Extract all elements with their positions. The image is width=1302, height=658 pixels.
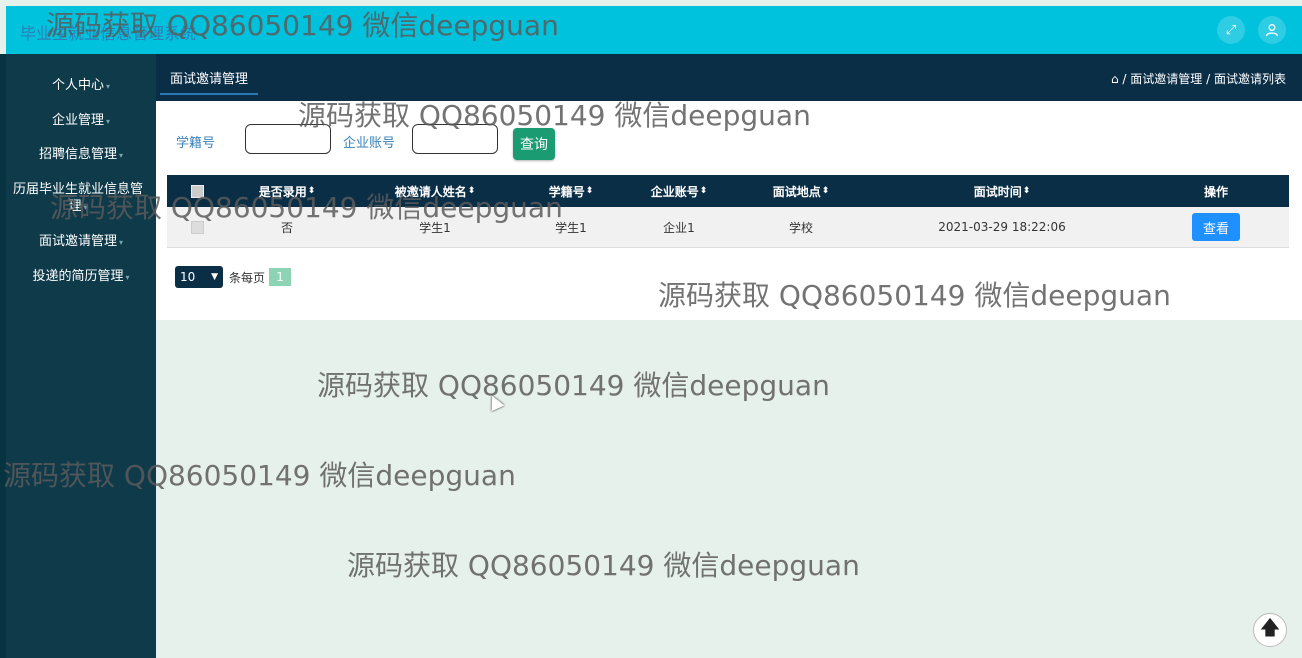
back-to-top-button[interactable]: 🡅 [1253, 613, 1287, 647]
interview-table: 是否录用 ⬍ 被邀请人姓名 ⬍ 学籍号 ⬍ 企业账号 ⬍ 面试地点 ⬍ 面试时间 ⬍ 操作 … [167, 175, 1289, 248]
watermark: 源码获取 QQ86050149 微信deepguan [317, 369, 830, 402]
chevron-down-icon: ▼ [211, 272, 218, 282]
mouse-cursor-icon [485, 392, 505, 412]
home-icon[interactable]: ⌂ [1111, 72, 1119, 86]
expand-icon[interactable]: ⤢ [1217, 16, 1245, 44]
caret-icon: ▾ [83, 203, 88, 212]
content-panel: 学籍号 企业账号 查询 是否录用 ⬍ 被邀请人姓名 ⬍ 学籍号 ⬍ 企业账号 ⬍ 面试地… [156, 101, 1302, 320]
sort-icon: ⬍ [307, 186, 316, 196]
top-header: 毕业生就业信息管理系统 ⤢ [6, 6, 1302, 54]
sort-icon: ⬍ [821, 186, 830, 196]
sort-icon: ⬍ [699, 186, 708, 196]
sidebar-item-resumes[interactable]: 投递的简历管理 ▾ [6, 268, 156, 286]
select-all-checkbox[interactable] [185, 175, 209, 207]
cell-company-account: 企业1 [663, 220, 695, 235]
sidebar-item-label: 招聘信息管理 [38, 147, 117, 162]
col-hired[interactable]: 是否录用 ⬍ [247, 175, 327, 207]
sidebar [0, 54, 156, 658]
cell-hired: 否 [280, 220, 293, 235]
caret-icon: ▾ [125, 273, 130, 282]
sidebar-item-interview-invite[interactable]: 面试邀请管理 ▾ [6, 233, 156, 251]
company-account-label: 企业账号 [343, 136, 396, 151]
cell-time: 2021-03-29 18:22:06 [938, 220, 1066, 234]
user-icon-glyph [1265, 24, 1279, 37]
cell-location: 学校 [788, 220, 813, 235]
sidebar-edge [0, 54, 6, 658]
breadcrumb-level2: 面试邀请列表 [1213, 72, 1286, 86]
sidebar-item-recruitment[interactable]: 招聘信息管理 ▾ [6, 146, 156, 164]
col-time[interactable]: 面试时间 ⬍ [927, 175, 1077, 207]
view-button[interactable]: 查看 [1192, 213, 1240, 241]
col-student-id[interactable]: 学籍号 ⬍ [529, 175, 613, 207]
col-company-account[interactable]: 企业账号 ⬍ [637, 175, 721, 207]
arrow-up-icon: 🡅 [1259, 615, 1281, 639]
search-button[interactable]: 查询 [513, 128, 555, 160]
caret-icon: ▾ [119, 151, 124, 160]
watermark: 源码获取 QQ86050149 微信deepguan [347, 549, 860, 582]
sort-icon: ⬍ [585, 186, 594, 196]
pagination: 10 ▼ 条每页 1 [175, 266, 292, 288]
page-size-suffix: 条每页 [229, 270, 266, 285]
table-row: 否 学生1 学生1 企业1 学校 2021-03-29 18:22:06 查看 [167, 207, 1289, 248]
col-location[interactable]: 面试地点 ⬍ [759, 175, 843, 207]
cell-student-id: 学生1 [555, 220, 587, 235]
caret-icon: ▾ [106, 117, 111, 126]
page-size-select[interactable]: 10 ▼ [175, 266, 223, 288]
main-header: 面试邀请管理 ⌂ / 面试邀请管理 / 面试邀请列表 [156, 54, 1302, 101]
breadcrumb-level1[interactable]: 面试邀请管理 [1130, 72, 1202, 86]
col-invitee-name[interactable]: 被邀请人姓名 ⬍ [385, 175, 485, 207]
breadcrumb: ⌂ / 面试邀请管理 / 面试邀请列表 [1111, 70, 1286, 87]
table-header: 是否录用 ⬍ 被邀请人姓名 ⬍ 学籍号 ⬍ 企业账号 ⬍ 面试地点 ⬍ 面试时间 ⬍ 操作 [167, 175, 1289, 207]
sidebar-item-label: 企业管理 [51, 113, 104, 128]
app-title: 毕业生就业信息管理系统 [20, 24, 197, 43]
page-size-value: 10 [180, 270, 196, 284]
company-account-input[interactable] [412, 124, 498, 154]
sort-icon: ⬍ [1022, 186, 1031, 196]
student-id-label: 学籍号 [176, 136, 216, 151]
student-id-input[interactable] [245, 124, 331, 154]
sidebar-item-personal-center[interactable]: 个人中心 ▾ [6, 77, 156, 95]
cell-action: 查看 [1177, 207, 1255, 247]
col-action: 操作 [1203, 184, 1228, 199]
sidebar-item-label: 个人中心 [51, 78, 104, 93]
breadcrumb-separator: / [1206, 72, 1211, 86]
cell-invitee-name: 学生1 [419, 220, 451, 235]
sidebar-item-label: 历届毕业生就业信息管理 [12, 182, 143, 214]
sidebar-item-label: 面试邀请管理 [38, 234, 117, 249]
caret-icon: ▾ [106, 82, 111, 91]
sidebar-item-graduate-employment[interactable]: 历届毕业生就业信息管理 ▾ [8, 181, 148, 216]
tab-interview-invite[interactable]: 面试邀请管理 [160, 68, 259, 95]
sort-icon: ⬍ [467, 186, 476, 196]
sidebar-item-company[interactable]: 企业管理 ▾ [6, 112, 156, 130]
sidebar-item-label: 投递的简历管理 [32, 269, 124, 284]
row-checkbox[interactable] [185, 207, 209, 247]
breadcrumb-separator: / [1122, 72, 1127, 86]
user-icon[interactable] [1258, 16, 1286, 44]
page-number-current[interactable]: 1 [269, 268, 292, 286]
caret-icon: ▾ [119, 238, 124, 247]
